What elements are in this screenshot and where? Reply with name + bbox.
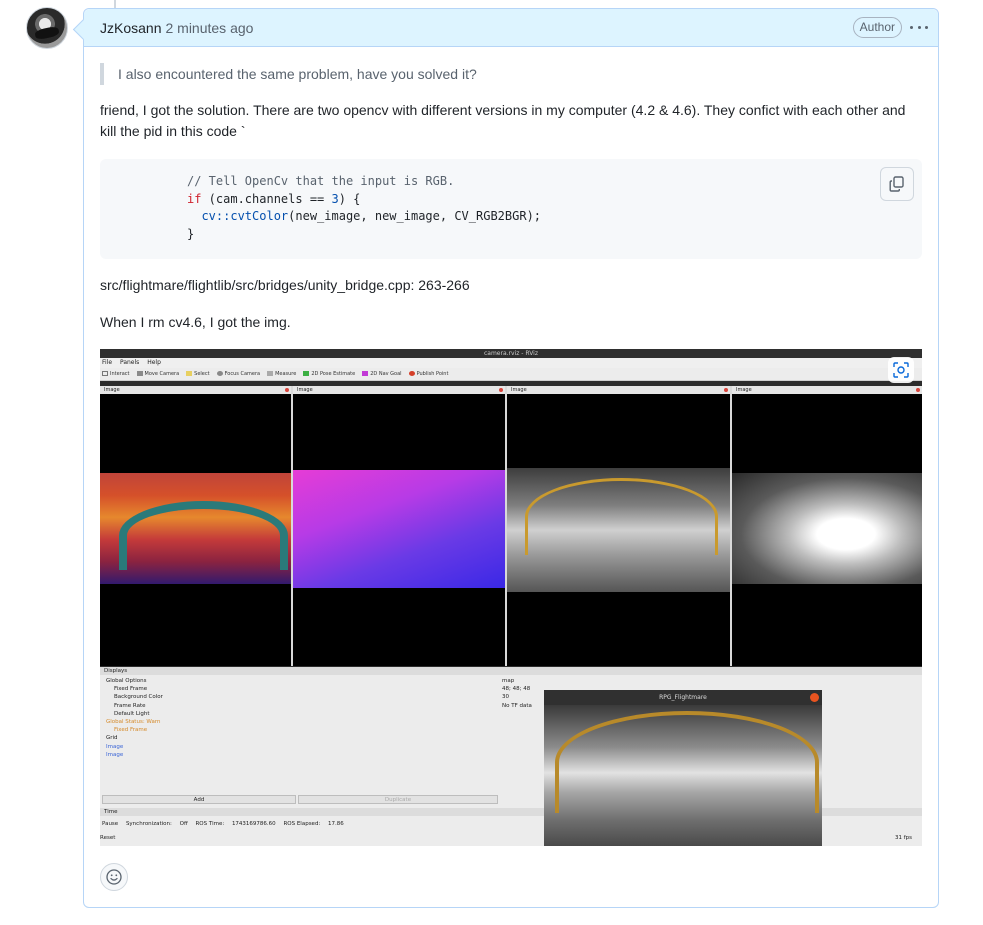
code-content: // Tell OpenCv that the input is RGB. if…	[187, 173, 541, 243]
image-pane: Image	[507, 386, 730, 666]
smiley-icon	[106, 869, 122, 885]
code-comment: // Tell OpenCv that the input is RGB.	[187, 174, 455, 188]
add-button: Add	[102, 795, 296, 804]
image-pane: Image	[100, 386, 291, 666]
ros-elapsed-value: 17.86	[328, 821, 344, 827]
code-keyword: if	[187, 191, 202, 206]
tree-item: Default Light	[114, 710, 150, 717]
lens-icon	[893, 362, 909, 378]
code-function: cv::cvtColor	[201, 209, 289, 223]
lens-button[interactable]	[888, 357, 914, 383]
avatar[interactable]	[26, 7, 68, 49]
tool-move-camera: Move Camera	[136, 371, 179, 377]
comment-time[interactable]: 2 minutes ago	[165, 20, 253, 36]
sync-value: Off	[179, 821, 188, 827]
code-text: }	[187, 226, 195, 241]
sync-label: Synchronization:	[125, 821, 172, 827]
rviz-menu: File Panels Help	[100, 358, 922, 368]
code-number: 3	[331, 191, 339, 206]
duplicate-button: Duplicate	[298, 795, 498, 804]
tool-publish-point: Publish Point	[408, 371, 448, 377]
rviz-toolbar: Interact Move Camera Select Focus Camera…	[100, 368, 922, 381]
flightmare-window: RPG_Flightmare	[544, 690, 822, 846]
comment-header: JzKosann 2 minutes ago Author	[84, 9, 938, 47]
tree-item: Fixed Frame	[114, 727, 148, 734]
tool-select: Select	[186, 371, 210, 377]
image-pane: Image	[732, 386, 922, 666]
code-text: (new_image, new_image, CV_RGB2BGR);	[288, 209, 542, 223]
menu-panels: Panels	[119, 359, 140, 366]
tree-value: No TF data	[502, 702, 532, 709]
tree-value: 48; 48; 48	[502, 686, 531, 693]
optical-flow-image	[293, 470, 505, 588]
rgb-image	[507, 468, 730, 592]
rviz-title: camera.rviz - RViz	[100, 349, 922, 358]
segmentation-image	[100, 473, 291, 584]
tree-item: Grid	[106, 735, 118, 742]
tree-item: Fixed Frame	[114, 686, 148, 693]
comment-paragraph-final: When I rm cv4.6, I got the img.	[100, 314, 291, 330]
image-pane: Image	[293, 386, 505, 666]
displays-values: map 48; 48; 48 30 No TF data	[502, 677, 532, 710]
author-badge: Author	[852, 17, 902, 38]
tree-item: Background Color	[114, 694, 163, 701]
flightmare-title: RPG_Flightmare	[544, 690, 822, 705]
comment-box: JzKosann 2 minutes ago Author I also enc…	[83, 8, 939, 908]
pane-header: Image	[732, 386, 922, 394]
tree-item: Image	[106, 751, 124, 758]
tree-item: Global Options	[106, 678, 147, 684]
pane-header: Image	[507, 386, 730, 394]
flightmare-render	[544, 705, 822, 846]
menu-file: File	[102, 359, 113, 366]
pane-header: Image	[100, 386, 291, 394]
pause-button: Pause	[102, 821, 119, 827]
fps-readout: 31 fps	[894, 835, 912, 841]
tree-value: 30	[502, 694, 509, 701]
tree-item: Frame Rate	[114, 702, 146, 709]
tree-item: Global Status: Warn	[106, 719, 161, 726]
code-text: (cam.channels ==	[201, 191, 332, 206]
reset-button: Reset	[100, 835, 116, 841]
ros-time-label: ROS Time:	[195, 821, 225, 827]
tree-value: map	[502, 678, 515, 684]
displays-tree: Global Options Fixed Frame Background Co…	[106, 677, 163, 759]
author-name[interactable]: JzKosann	[100, 20, 161, 36]
menu-help: Help	[147, 359, 161, 366]
depth-image	[732, 473, 922, 584]
tree-item: Image	[106, 743, 124, 750]
tool-nav-goal: 2D Nav Goal	[362, 371, 402, 377]
embedded-screenshot[interactable]: camera.rviz - RViz File Panels Help Inte…	[100, 349, 922, 846]
tool-pose-estimate: 2D Pose Estimate	[303, 371, 355, 377]
file-path-text: src/flightmare/flightlib/src/bridges/uni…	[100, 277, 470, 293]
tool-focus-camera: Focus Camera	[216, 371, 260, 377]
code-block: // Tell OpenCv that the input is RGB. if…	[100, 159, 922, 259]
tool-interact: Interact	[102, 371, 130, 377]
ros-time-value: 1743169786.60	[231, 821, 276, 827]
quote-block: I also encountered the same problem, hav…	[100, 63, 477, 85]
copy-button[interactable]	[880, 167, 914, 201]
timeline-line	[114, 0, 116, 8]
pane-header: Image	[293, 386, 505, 394]
add-reaction-button[interactable]	[100, 863, 128, 891]
image-panes: Image Image Image Image	[100, 386, 922, 666]
displays-header: Displays	[100, 667, 922, 675]
ros-elapsed-label: ROS Elapsed:	[283, 821, 321, 827]
kebab-menu-icon[interactable]	[910, 18, 928, 36]
copy-icon	[889, 176, 904, 192]
comment-paragraph: friend, I got the solution. There are tw…	[100, 102, 906, 139]
code-text: ) {	[338, 191, 361, 206]
tool-measure: Measure	[267, 371, 296, 377]
